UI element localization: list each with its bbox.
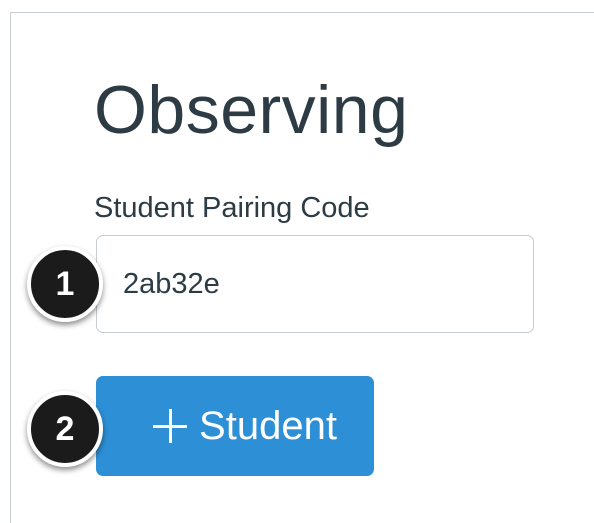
plus-icon — [153, 409, 188, 443]
pairing-code-input[interactable] — [96, 235, 534, 333]
panel-top-border — [10, 12, 594, 13]
panel-left-border — [10, 12, 11, 523]
step-2-badge: 2 — [27, 391, 103, 467]
observing-panel: Observing Student Pairing Code Student 1… — [0, 0, 594, 523]
step-1-badge: 1 — [27, 246, 103, 322]
page-title: Observing — [94, 72, 409, 148]
add-student-button-label: Student — [199, 403, 337, 448]
add-student-button[interactable]: Student — [96, 376, 374, 476]
pairing-code-label: Student Pairing Code — [94, 192, 370, 224]
